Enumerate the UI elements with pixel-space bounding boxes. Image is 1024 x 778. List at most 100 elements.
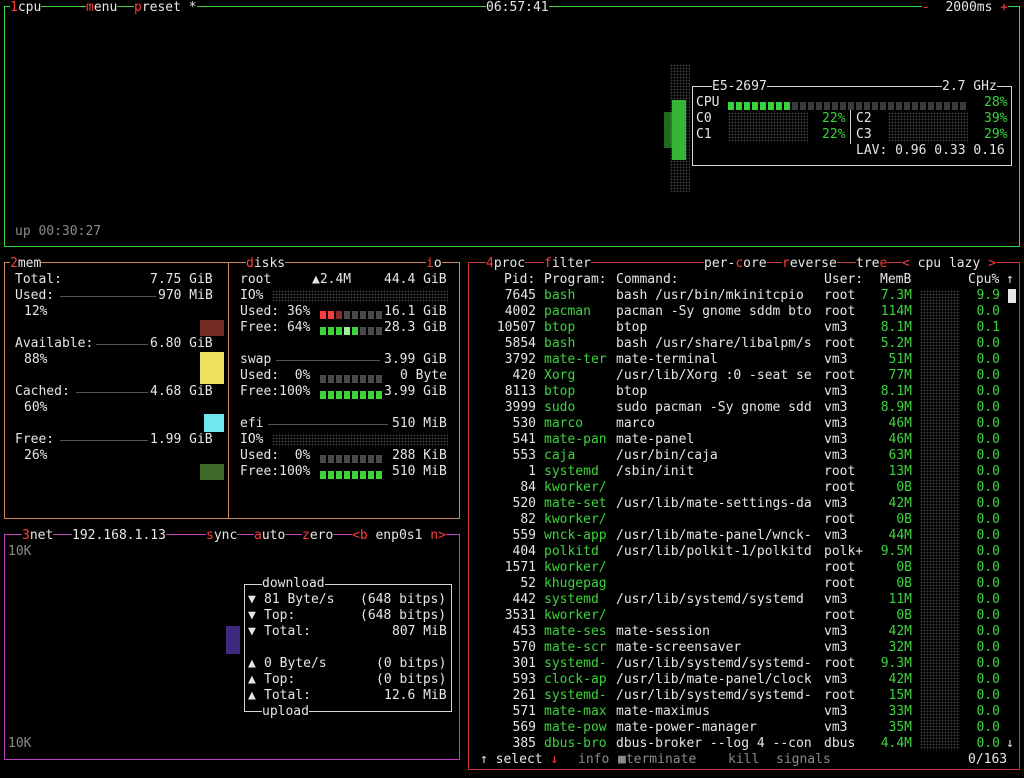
cell-cpu: 0.0 bbox=[976, 592, 1000, 607]
bar-segment bbox=[320, 471, 326, 479]
cell-cpu: 0.0 bbox=[976, 352, 1000, 367]
interval-decrease[interactable]: - bbox=[922, 0, 930, 15]
disk-root-used-label: Used: 36% bbox=[240, 304, 311, 319]
disk-efi-used-label: Used: 0% bbox=[240, 448, 311, 463]
cell-mem: 33M bbox=[888, 704, 912, 719]
col-program[interactable]: Program: bbox=[544, 272, 607, 288]
cell-command: /usr/bin/caja bbox=[616, 448, 718, 463]
cell-user: root bbox=[824, 464, 856, 479]
cell-cpu: 0.0 bbox=[976, 304, 1000, 319]
col-user[interactable]: User: bbox=[824, 272, 863, 288]
net-auto-toggle[interactable]: auto bbox=[254, 528, 286, 544]
net-interface-next[interactable]: n> bbox=[430, 528, 446, 543]
bar-segment bbox=[888, 102, 894, 110]
cpu-tab[interactable]: 1cpu bbox=[10, 0, 42, 16]
net-zero-toggle[interactable]: zero bbox=[302, 528, 334, 544]
proc-sort-selector[interactable]: < cpu lazy > bbox=[902, 256, 996, 272]
menu-button[interactable]: menu bbox=[86, 0, 118, 16]
bar-segment bbox=[848, 102, 854, 110]
cell-cpu: 0.1 bbox=[976, 320, 1000, 335]
cell-cpu: 0.0 bbox=[976, 464, 1000, 479]
bar-segment bbox=[360, 455, 366, 463]
cell-mem: 44M bbox=[888, 528, 912, 543]
io-toggle[interactable]: io bbox=[426, 256, 442, 272]
col-mem[interactable]: MemB bbox=[880, 272, 911, 288]
mem-available-line bbox=[96, 344, 148, 345]
cell-user: vm3 bbox=[824, 672, 848, 687]
cell-mem: 0B bbox=[896, 560, 912, 575]
bar-segment bbox=[320, 327, 326, 335]
proc-footer-select[interactable]: ↑ select ↓ bbox=[480, 752, 559, 768]
upload-rate-bits: (0 bitps) bbox=[376, 656, 447, 671]
cell-user: vm3 bbox=[824, 416, 848, 431]
scroll-down-icon[interactable]: ↓ bbox=[1006, 736, 1014, 752]
cell-mem: 51M bbox=[888, 352, 912, 367]
bar-segment bbox=[936, 102, 942, 110]
bar-segment bbox=[352, 471, 358, 479]
cell-mem: 77M bbox=[888, 368, 912, 383]
net-interface-prev[interactable]: <b bbox=[352, 528, 368, 543]
mem-cached-value: 4.68 GiB bbox=[150, 384, 213, 399]
disks-tab[interactable]: disks bbox=[246, 256, 286, 272]
mem-cached-pct: 60% bbox=[24, 400, 48, 415]
cell-user: vm3 bbox=[824, 720, 848, 735]
cpu-total-bar bbox=[728, 99, 968, 110]
disk-root-size: 44.4 GiB bbox=[384, 272, 447, 287]
col-cpu[interactable]: Cpu% bbox=[968, 272, 999, 288]
proc-footer-signals[interactable]: signals bbox=[776, 752, 831, 768]
proc-footer-kill[interactable]: kill bbox=[728, 752, 760, 768]
interval-control[interactable]: - 2000ms + bbox=[922, 0, 1009, 16]
disk-efi-free-bar bbox=[320, 468, 384, 479]
preset-button[interactable]: preset * bbox=[134, 0, 197, 16]
cell-program: dbus-bro bbox=[544, 736, 607, 751]
proc-per-core-toggle[interactable]: per-core bbox=[704, 256, 767, 272]
col-command[interactable]: Command: bbox=[616, 272, 679, 288]
upload-total-arrow-icon: ▲ bbox=[248, 688, 256, 703]
bar-segment bbox=[328, 311, 334, 319]
download-rate: 81 Byte/s bbox=[264, 592, 335, 607]
cell-pid: 571 bbox=[512, 704, 536, 719]
scroll-up-icon[interactable]: ↑ bbox=[1006, 272, 1014, 288]
disk-root-used-bar bbox=[320, 308, 384, 319]
cpu-graph-fill bbox=[672, 100, 686, 160]
proc-footer-terminate[interactable]: ■terminate bbox=[618, 752, 697, 768]
bar-segment bbox=[360, 375, 366, 383]
cell-user: vm3 bbox=[824, 528, 848, 543]
cell-pid: 52 bbox=[520, 576, 536, 591]
mem-total-value: 7.75 GiB bbox=[150, 272, 213, 287]
proc-footer-info[interactable]: info bbox=[578, 752, 610, 768]
load-average: LAV: 0.96 0.33 0.16 bbox=[856, 143, 1005, 158]
mem-tab[interactable]: 2mem bbox=[10, 256, 42, 272]
sort-next[interactable]: > bbox=[988, 256, 996, 271]
mem-used-pct: 12% bbox=[24, 304, 48, 319]
disk-swap-size: 3.99 GiB bbox=[384, 352, 447, 367]
disk-swap-used-label: Used: 0% bbox=[240, 368, 311, 383]
cpu-total-pct: 28% bbox=[984, 95, 1008, 110]
net-sync-toggle[interactable]: sync bbox=[206, 528, 238, 544]
cell-mem: 8.1M bbox=[880, 384, 912, 399]
proc-filter[interactable]: filter bbox=[544, 256, 591, 272]
bar-segment bbox=[864, 102, 870, 110]
sort-prev[interactable]: < bbox=[902, 256, 910, 271]
cell-program: mate-max bbox=[544, 704, 607, 719]
bar-segment bbox=[952, 102, 958, 110]
proc-tree-toggle[interactable]: tree bbox=[856, 256, 888, 272]
cell-mem: 9.5M bbox=[880, 544, 912, 559]
upload-total-value: 12.6 MiB bbox=[384, 688, 447, 703]
bar-segment bbox=[368, 375, 374, 383]
proc-reverse-toggle[interactable]: reverse bbox=[782, 256, 837, 272]
interval-increase[interactable]: + bbox=[1000, 0, 1008, 15]
proc-tab[interactable]: 4proc bbox=[486, 256, 526, 272]
mem-used-label: Used: bbox=[15, 288, 55, 303]
core-c2-graph bbox=[888, 112, 968, 142]
net-tab[interactable]: 3net bbox=[22, 528, 54, 544]
net-scale-bottom: 10K bbox=[8, 736, 32, 751]
net-interface-selector[interactable]: <b enp0s1 n> bbox=[352, 528, 446, 544]
cell-program: systemd bbox=[544, 592, 599, 607]
cell-command: /usr/lib/mate-panel/clock bbox=[616, 672, 812, 687]
scrollbar-thumb[interactable] bbox=[1008, 289, 1016, 303]
cell-cpu: 0.0 bbox=[976, 624, 1000, 639]
cell-user: root bbox=[824, 560, 856, 575]
col-pid[interactable]: Pid: bbox=[504, 272, 535, 288]
cell-mem: 46M bbox=[888, 432, 912, 447]
